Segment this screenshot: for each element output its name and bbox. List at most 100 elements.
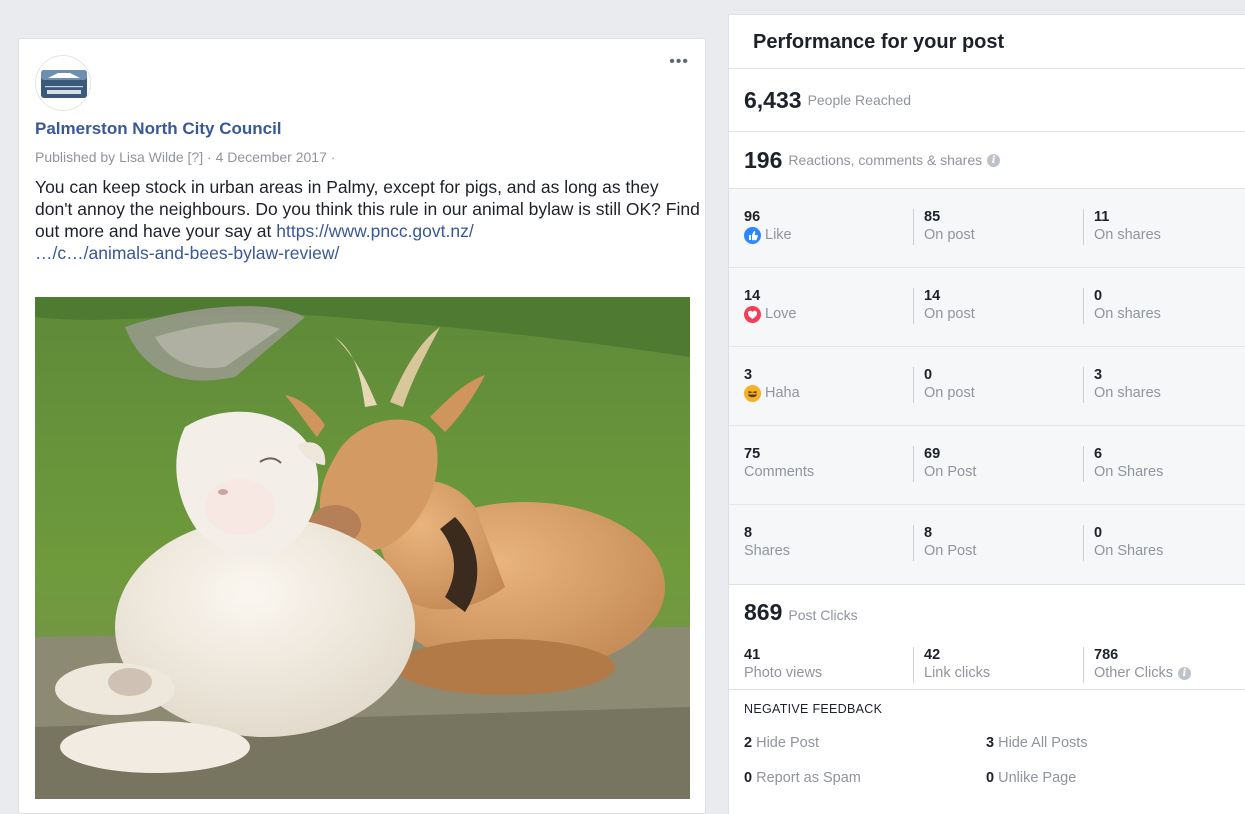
post-insights-panel: Performance for your post 6,433 People R… [728,14,1245,814]
love-on-shares-value: 0 [1094,288,1103,304]
other-clicks-label-wrap: Other Clicks i [1094,663,1191,683]
link-clicks-value: 42 [924,647,941,663]
comments-on-post-label: On Post [924,464,977,480]
other-clicks-label: Other Clicks [1094,665,1173,681]
post-link-line2[interactable]: …/c…/animals-and-bees-bylaw-review/ [35,243,339,263]
unlike-page-item: 0 Unlike Page [986,770,1076,786]
thumbs-up-icon [744,226,761,244]
other-clicks-cell: 786 Other Clicks i [1083,647,1191,683]
link-clicks-label: Link clicks [924,665,991,681]
haha-on-shares-label: On shares [1094,385,1161,401]
report-spam-item: 0 Report as Spam [744,770,861,786]
love-label: Love [765,306,797,322]
link-clicks-cell: 42 Link clicks [913,647,990,683]
panel-title: Performance for your post [729,15,1245,69]
haha-on-shares-value: 3 [1094,367,1103,383]
like-label-wrap: Like [744,225,792,245]
shares-on-post-value: 8 [924,525,933,541]
meta-separator-trailing: · [330,149,336,165]
comments-on-post-value: 69 [924,446,941,462]
love-on-shares-label: On shares [1094,306,1161,322]
metric-row-shares: 8 Shares 8 On Post 0 On Shares [729,505,1245,584]
negative-feedback-title: NEGATIVE FEEDBACK [744,702,883,716]
haha-label: Haha [765,385,800,401]
more-options-button[interactable]: ••• [669,54,689,70]
haha-total-value: 3 [744,367,753,383]
metric-row-haha: 3 Haha 0 On post 3 On shares [729,347,1245,426]
hide-post-label: Hide Post [756,735,819,751]
metric-cell-love-shares: 0 On shares [1083,288,1161,324]
reactions-summary-row: 196 Reactions, comments & shares i [729,132,1245,189]
help-link[interactable]: [?] [188,149,204,165]
like-label: Like [765,227,792,243]
reactions-total-value: 196 [744,146,783,173]
like-total-value: 96 [744,209,761,225]
publisher-name[interactable]: Lisa Wilde [119,149,184,165]
post-clicks-value: 869 [744,599,783,625]
metric-cell-like-post: 85 On post [913,209,975,245]
metric-cell-love-post: 14 On post [913,288,975,324]
metric-cell-comments-total: 75 Comments [744,446,814,482]
hide-all-posts-value: 3 [986,735,995,751]
page-logo[interactable] [35,55,91,111]
love-on-post-label: On post [924,306,975,322]
metric-row-love: 14 Love 14 On post 0 On shares [729,268,1245,347]
metric-cell-shares-shares: 0 On Shares [1083,525,1163,561]
hide-post-item: 2 Hide Post [744,735,819,751]
people-reached-label: People Reached [807,92,912,108]
haha-label-wrap: Haha [744,383,800,403]
council-logo-icon [41,70,87,98]
metric-cell-like-shares: 11 On shares [1083,209,1161,245]
shares-on-shares-value: 0 [1094,525,1103,541]
like-on-post-label: On post [924,227,975,243]
post-card: ••• Palmerston North City Council Publis… [18,38,706,814]
post-clicks-label: Post Clicks [788,607,858,623]
metric-cell-comments-shares: 6 On Shares [1083,446,1163,482]
metric-cell-shares-post: 8 On Post [913,525,976,561]
comments-label: Comments [744,464,815,480]
love-label-wrap: Love [744,304,796,324]
shares-label: Shares [744,543,790,559]
comments-total-value: 75 [744,446,761,462]
post-link-line1[interactable]: https://www.pncc.govt.nz/ [276,221,473,241]
laughing-face-icon [744,384,761,402]
reactions-total-label: Reactions, comments & shares [788,152,983,168]
metric-cell-like-total: 96 Like [744,209,792,245]
post-meta: Published by Lisa Wilde [?] · 4 December… [35,149,335,165]
info-icon[interactable]: i [1177,666,1191,680]
haha-on-post-value: 0 [924,367,933,383]
metric-cell-haha-total: 3 Haha [744,367,800,403]
heart-icon [744,305,761,323]
info-icon[interactable]: i [987,153,1001,167]
metric-cell-shares-total: 8 Shares [744,525,790,561]
metric-cell-haha-shares: 3 On shares [1083,367,1161,403]
post-date[interactable]: 4 December 2017 [216,149,327,165]
metric-cell-love-total: 14 Love [744,288,796,324]
comments-on-shares-label: On Shares [1094,464,1164,480]
meta-separator: · [207,149,212,165]
post-clicks-head: 869 Post Clicks [744,599,858,626]
metric-cell-haha-post: 0 On post [913,367,975,403]
other-clicks-value: 786 [1094,647,1119,663]
people-reached-row: 6,433 People Reached [729,69,1245,132]
shares-on-post-label: On Post [924,543,977,559]
hide-all-posts-item: 3 Hide All Posts [986,735,1088,751]
metric-cell-comments-post: 69 On Post [913,446,976,482]
love-on-post-value: 14 [924,288,941,304]
like-on-post-value: 85 [924,209,941,225]
love-total-value: 14 [744,288,761,304]
published-prefix: Published by [35,149,116,165]
page-name-link[interactable]: Palmerston North City Council [35,119,282,139]
hide-post-value: 2 [744,735,753,751]
like-on-shares-label: On shares [1094,227,1161,243]
report-spam-value: 0 [744,770,753,786]
post-photo[interactable] [35,297,690,799]
metric-row-comments: 75 Comments 69 On Post 6 On Shares [729,426,1245,505]
shares-on-shares-label: On Shares [1094,543,1164,559]
unlike-page-value: 0 [986,770,995,786]
photo-views-cell: 41 Photo views [744,647,822,683]
like-on-shares-value: 11 [1094,209,1110,225]
photo-views-value: 41 [744,647,761,663]
shares-total-value: 8 [744,525,753,541]
unlike-page-label: Unlike Page [998,770,1077,786]
